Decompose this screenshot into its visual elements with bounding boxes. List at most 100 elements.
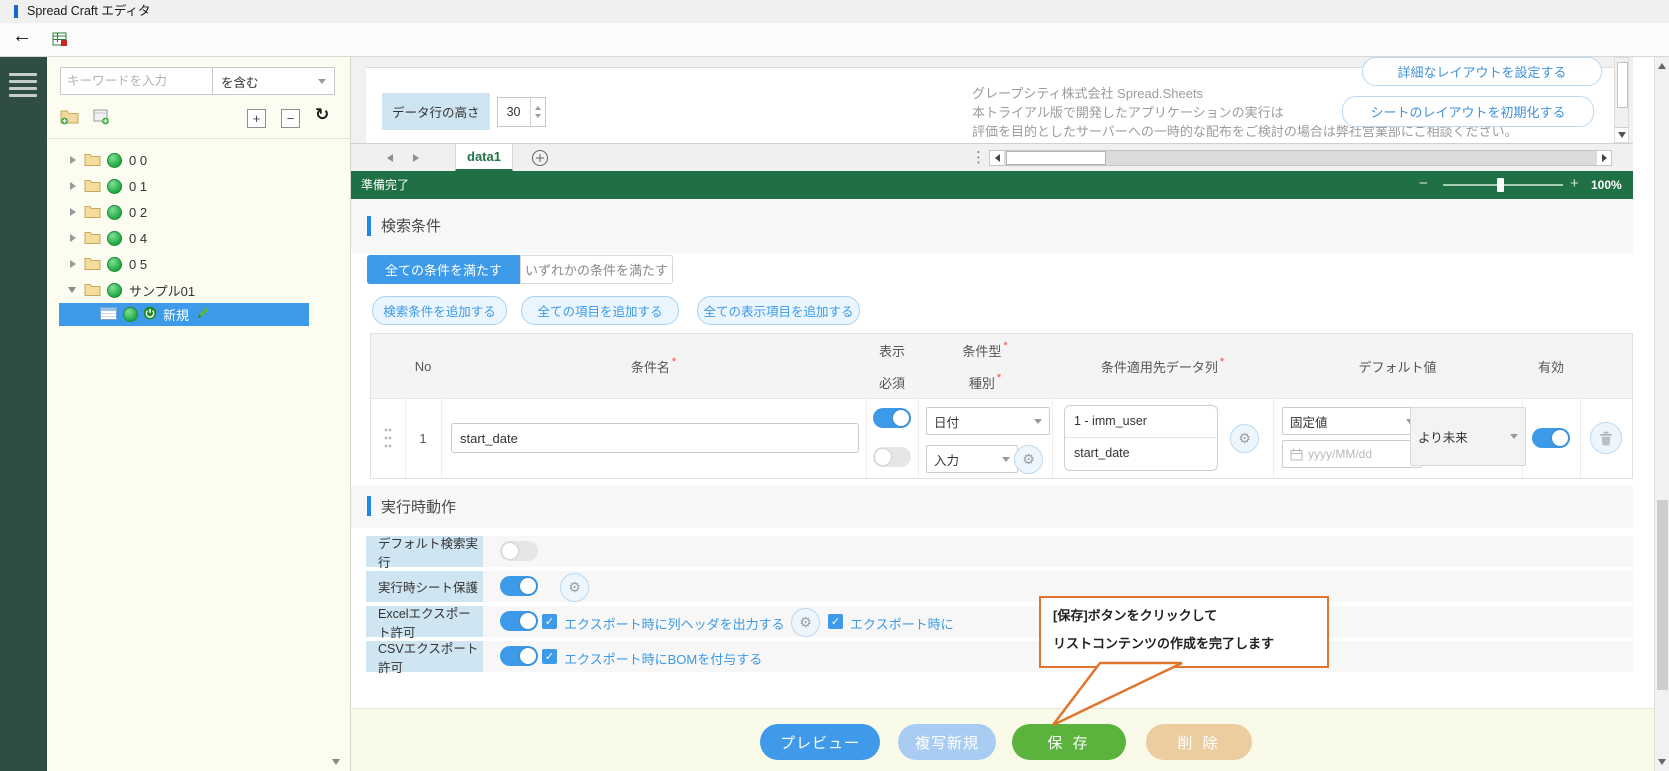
power-icon [143,306,157,323]
tree-item[interactable]: 0 1 [47,173,350,199]
folder-icon [84,282,101,299]
back-arrow-icon[interactable]: ← [12,25,32,48]
default-search-toggle[interactable] [500,541,538,561]
collapse-all-button[interactable]: − [281,109,300,128]
tree-item[interactable]: 0 2 [47,199,350,225]
target-column-value[interactable]: 1 - imm_user [1065,406,1217,438]
add-sheet-icon[interactable] [531,149,549,170]
mode-any-tab[interactable]: いずれかの条件を満たす [520,255,673,284]
header-drag-column [371,334,406,399]
tree-item[interactable]: 0 4 [47,225,350,251]
save-button[interactable]: 保 存 [1012,724,1126,760]
hscroll-thumb[interactable] [1006,151,1106,165]
spinner-down-icon[interactable] [535,114,541,118]
delete-row-button[interactable] [1590,422,1622,454]
excel-second-checkbox-label[interactable]: エクスポート時に [850,614,954,633]
page-scroll-down-icon[interactable] [1658,759,1666,765]
add-folder-icon[interactable] [60,108,79,128]
add-content-icon[interactable] [92,108,111,128]
runtime-row-label: CSVエクスポート許可 [366,641,483,672]
tree-expand-icon[interactable] [70,234,76,242]
tree-expand-icon[interactable] [70,156,76,164]
tree-expand-icon[interactable] [70,208,76,216]
csv-bom-checkbox[interactable]: ✓ [542,649,557,664]
row-drag-handle[interactable] [371,398,406,478]
sheet-protect-gear-icon[interactable]: ⚙ [560,573,589,602]
zoom-in-icon[interactable]: + [1570,175,1579,192]
mode-all-tab[interactable]: 全ての条件を満たす [367,255,520,284]
page-vertical-scrollbar[interactable] [1654,57,1669,771]
kind-settings-gear-icon[interactable]: ⚙ [1014,445,1043,474]
header-kind: 種別* [918,366,1053,399]
tab-scroll-right-icon[interactable] [413,154,419,162]
tree-collapse-icon[interactable] [68,287,76,293]
folder-icon [84,230,101,247]
required-toggle[interactable] [873,447,911,467]
hscroll-right-button[interactable] [1597,151,1611,165]
spinner-up-icon[interactable] [535,106,541,110]
row-number: 1 [405,398,442,478]
target-settings-gear-icon[interactable]: ⚙ [1230,424,1259,453]
tree-item[interactable]: 0 0 [47,147,350,173]
tab-scroll-left-icon[interactable] [387,154,393,162]
edit-pencil-icon[interactable] [195,306,211,323]
excel-header-gear-icon[interactable]: ⚙ [791,608,820,637]
sheet-vscroll-thumb[interactable] [1617,62,1628,108]
sheet-tab-data1[interactable]: data1 [455,144,513,172]
hscroll-left-button[interactable] [990,151,1004,165]
zoom-slider-thumb[interactable] [1497,178,1504,192]
sheet-protect-toggle[interactable] [500,576,538,596]
default-date-input[interactable]: yyyy/MM/dd [1282,440,1422,468]
condition-type-select[interactable]: 日付 [926,407,1050,435]
chevron-down-icon [1034,419,1042,424]
reset-layout-button[interactable]: シートのレイアウトを初期化する [1342,96,1594,127]
runtime-row-label: Excelエクスポート許可 [366,606,483,637]
excel-second-checkbox[interactable]: ✓ [828,614,843,629]
target-column-box[interactable]: 1 - imm_user start_date [1064,405,1218,471]
add-all-items-button[interactable]: 全ての項目を追加する [521,296,679,325]
panel-scroll-down-icon[interactable] [332,759,340,765]
excel-header-checkbox-label[interactable]: エクスポート時に列ヘッダを出力する [564,614,785,633]
keyword-search-input[interactable] [60,67,214,95]
tree-item-selected[interactable]: 新規 [59,303,309,326]
runtime-section-band: 実行時動作 [351,485,1633,528]
tree-expand-icon[interactable] [70,260,76,268]
kind-select[interactable]: 入力 [926,445,1018,473]
app-favicon-icon[interactable] [52,31,68,50]
refresh-icon[interactable]: ↻ [315,105,329,125]
preview-button[interactable]: プレビュー [760,724,880,760]
excel-export-toggle[interactable] [500,611,538,631]
tab-splitter-handle-icon[interactable]: ⋮ [971,148,986,166]
page-scroll-thumb[interactable] [1657,500,1668,690]
zoom-out-icon[interactable]: − [1419,175,1428,192]
condition-name-input[interactable] [451,423,859,453]
sheet-vertical-scrollbar[interactable] [1614,57,1629,143]
excel-header-checkbox[interactable]: ✓ [542,614,557,629]
tree-item-label: 0 1 [129,179,147,194]
add-all-display-button[interactable]: 全ての表示項目を追加する [697,296,860,325]
copy-new-button[interactable]: 複写新規 [898,724,996,760]
add-condition-button[interactable]: 検索条件を追加する [372,296,507,325]
tree-item[interactable]: 0 5 [47,251,350,277]
show-toggle[interactable] [873,408,911,428]
callout-line1: [保存]ボタンをクリックして [1053,606,1327,626]
row-height-value-input[interactable] [498,104,530,120]
default-type-select[interactable]: 固定値 [1282,407,1422,435]
csv-bom-checkbox-label[interactable]: エクスポート時にBOMを付与する [564,649,762,668]
tree-item-expanded[interactable]: サンプル01 [47,277,350,303]
expand-all-button[interactable]: + [247,109,266,128]
csv-export-toggle[interactable] [500,646,538,666]
match-type-select[interactable]: を含む [212,67,335,95]
delete-button[interactable]: 削 除 [1146,724,1252,760]
sheet-horizontal-scrollbar[interactable] [989,150,1612,166]
detail-layout-button[interactable]: 詳細なレイアウトを設定する [1362,57,1602,86]
row-height-spinner[interactable] [497,97,546,127]
tree-expand-icon[interactable] [70,182,76,190]
enabled-toggle[interactable] [1532,428,1570,448]
target-field-value[interactable]: start_date [1065,438,1217,469]
default-compare-select[interactable]: より未来 [1410,407,1526,466]
folder-icon [84,204,101,221]
sheet-vscroll-down-button[interactable] [1615,127,1628,142]
page-scroll-up-icon[interactable] [1658,63,1666,69]
browser-toolbar: ← [0,23,1669,57]
